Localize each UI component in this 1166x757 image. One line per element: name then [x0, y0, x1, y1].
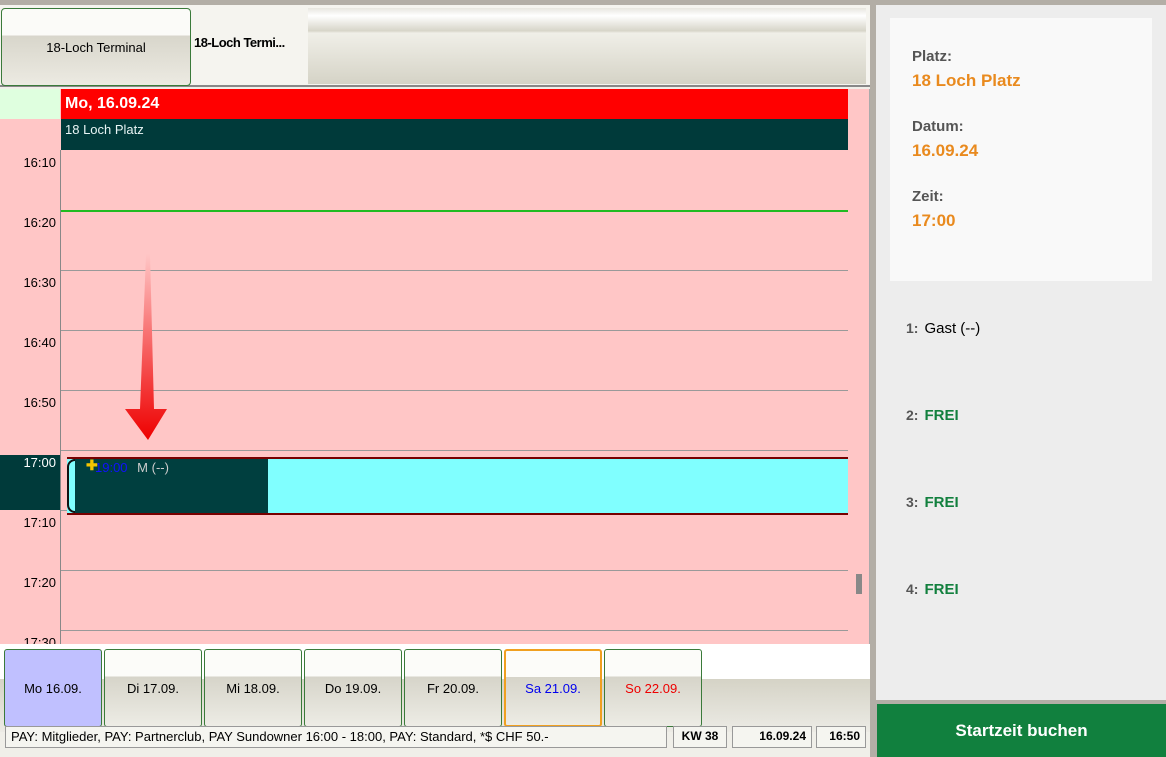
player-name: FREI [924, 581, 959, 598]
arrow-down-icon [125, 254, 167, 440]
booking-panel: 18-Loch Terminal 18-Loch Termi... Mo, 16… [0, 5, 870, 757]
booking-time: 19:00 [95, 460, 128, 475]
player-slot[interactable]: 1: Gast (--) [906, 320, 980, 337]
plus-icon: ✚ [86, 457, 98, 473]
player-number: 2: [906, 407, 919, 423]
time-label: 16:20 [23, 215, 56, 230]
day-label: Sa 21.09. [525, 680, 581, 696]
day-label: Fr 20.09. [426, 680, 480, 696]
time-label: 16:10 [23, 155, 56, 170]
time-slot[interactable] [61, 571, 848, 630]
time-label: 17:10 [23, 515, 56, 530]
status-info: PAY: Mitglieder, PAY: Partnerclub, PAY S… [5, 726, 667, 748]
datum-value: 16.09.24 [912, 141, 979, 160]
day-button[interactable]: Di 17.09. [104, 649, 202, 727]
time-slot[interactable] [61, 631, 848, 644]
time-slot[interactable] [61, 151, 848, 210]
day-label: So 22.09. [625, 680, 681, 696]
platz-label: Platz: [912, 48, 953, 65]
time-slot[interactable] [61, 271, 848, 330]
time-label: 16:50 [23, 395, 56, 410]
book-tee-time-button[interactable]: Startzeit buchen [877, 704, 1166, 757]
scrollbar[interactable] [856, 574, 862, 594]
zeit-label: Zeit: [912, 188, 944, 205]
status-date: 16.09.24 [732, 726, 812, 748]
tab-18-loch-terminal-active[interactable]: 18-Loch Termi... [194, 35, 285, 50]
time-slot[interactable] [61, 211, 848, 270]
day-selector: Mo 16.09. Di 17.09. Mi 18.09. Do 19.09. Fr 2… [0, 644, 870, 732]
time-slot[interactable] [61, 331, 848, 390]
tab-label: 18-Loch Terminal [46, 39, 146, 55]
tab-18-loch-terminal[interactable]: 18-Loch Terminal [1, 8, 191, 86]
week-indicator: KW 38 [673, 726, 727, 748]
player-slot[interactable]: 3: FREI [906, 494, 959, 511]
time-label: 17:30 [23, 635, 56, 644]
place-header: 18 Loch Platz [61, 119, 848, 150]
player-slot[interactable]: 4: FREI [906, 581, 959, 598]
summary-panel: Platz: 18 Loch Platz Datum: 16.09.24 Zei… [876, 5, 1166, 700]
day-button[interactable]: Mi 18.09. [204, 649, 302, 727]
day-label: Do 19.09. [324, 680, 382, 696]
player-name: FREI [924, 494, 959, 511]
booking-slot[interactable]: ✚ 19:00 M (--) [67, 457, 848, 515]
status-time: 16:50 [816, 726, 866, 748]
day-header: Mo, 16.09.24 [61, 89, 848, 119]
day-label: Di 17.09. [126, 680, 180, 696]
platz-value: 18 Loch Platz [912, 71, 1021, 90]
time-label: 17:00 [23, 455, 56, 470]
time-slot[interactable] [61, 391, 848, 450]
day-button[interactable]: Mo 16.09. [4, 649, 102, 727]
day-button[interactable]: Fr 20.09. [404, 649, 502, 727]
datum-label: Datum: [912, 118, 964, 135]
tab-bar: 18-Loch Terminal 18-Loch Termi... [0, 5, 870, 87]
time-slot[interactable] [61, 511, 848, 570]
time-label: 16:30 [23, 275, 56, 290]
player-name: Gast (--) [924, 320, 981, 337]
booking-text: M (--) [137, 460, 169, 475]
summary-card: Platz: 18 Loch Platz Datum: 16.09.24 Zei… [890, 18, 1152, 281]
player-name: FREI [924, 407, 959, 424]
day-label: Mo 16.09. [24, 680, 82, 696]
day-label: Mi 18.09. [226, 680, 280, 696]
time-label: 17:20 [23, 575, 56, 590]
tee-time-grid: Mo, 16.09.24 18 Loch Platz 16:10 16:20 16:… [0, 89, 870, 644]
zeit-value: 17:00 [912, 211, 956, 230]
player-slot[interactable]: 2: FREI [906, 407, 959, 424]
day-button[interactable]: So 22.09. [604, 649, 702, 727]
player-number: 3: [906, 494, 919, 510]
day-button[interactable]: Do 19.09. [304, 649, 402, 727]
player-number: 4: [906, 581, 919, 597]
booking-entry[interactable]: ✚ 19:00 M (--) [75, 457, 268, 513]
time-label: 16:40 [23, 335, 56, 350]
tab-bar-fill [308, 8, 866, 84]
player-number: 1: [906, 320, 919, 336]
day-button[interactable]: Sa 21.09. [504, 649, 602, 727]
grid-corner [0, 89, 60, 119]
